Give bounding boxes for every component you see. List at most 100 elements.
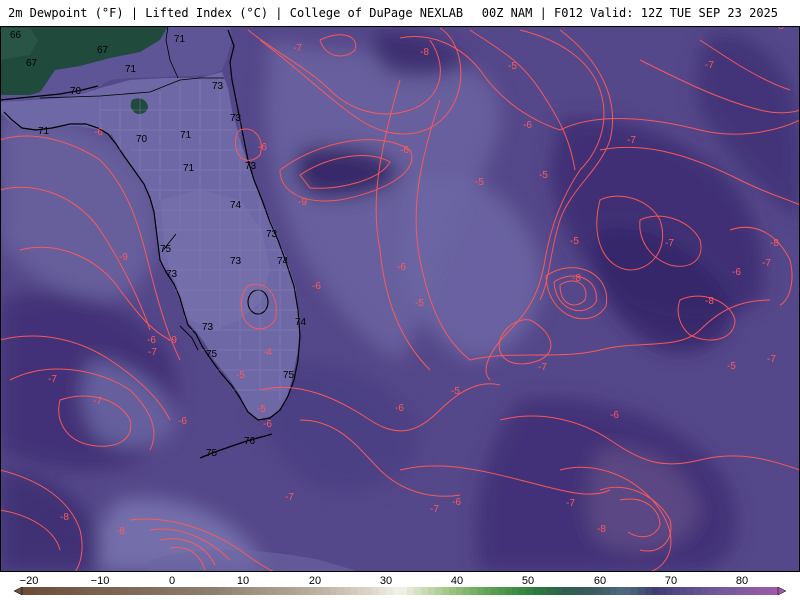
colorbar-cell [204, 587, 212, 595]
colorbar-cell [57, 587, 65, 595]
colorbar-cell [92, 587, 100, 595]
li-label: -5 [451, 386, 460, 397]
colorbar-cell [176, 587, 184, 595]
colorbar-cell [505, 587, 513, 595]
colorbar-tick-labels: −20 −10 0 10 20 30 40 50 60 70 80 [20, 575, 748, 587]
li-label: -7 [767, 354, 776, 365]
colorbar-cell [288, 587, 296, 595]
li-label: -7 [705, 60, 714, 71]
colorbar-tick-label: 50 [522, 575, 534, 587]
colorbar-cell [687, 587, 695, 595]
colorbar-cell [344, 587, 352, 595]
li-label: -7 [566, 498, 575, 509]
li-label: -5 [475, 177, 484, 188]
colorbar-cell [197, 587, 205, 595]
li-label: -6 [523, 120, 532, 131]
colorbar-cell [421, 587, 429, 595]
colorbar-cell [71, 587, 79, 595]
li-label: -7 [93, 396, 102, 407]
colorbar-cell [232, 587, 240, 595]
colorbar-cell [512, 587, 520, 595]
colorbar-cell [309, 587, 317, 595]
dewpoint-color-scale: −20 −10 0 10 20 30 40 50 60 70 80 [0, 572, 800, 600]
colorbar-cell [50, 587, 58, 595]
colorbar-right-arrow [777, 586, 787, 596]
colorbar-cell [246, 587, 254, 595]
li-label: -5 [508, 61, 517, 72]
colorbar-cell [617, 587, 625, 595]
colorbar-cell [575, 587, 583, 595]
colorbar-cell [78, 587, 86, 595]
li-label: -6 [147, 335, 156, 346]
map-header: 2m Dewpoint (°F) | Lifted Index (°C) | C… [0, 0, 800, 26]
colorbar-cell [547, 587, 555, 595]
li-label: -6 [395, 403, 404, 414]
colorbar-cell [442, 587, 450, 595]
dewpoint-label: 66 [10, 30, 22, 41]
colorbar-cell [764, 587, 772, 595]
colorbar-cell [323, 587, 331, 595]
colorbar-cell [211, 587, 219, 595]
li-label: -7 [293, 43, 302, 54]
dewpoint-label: 75 [160, 244, 172, 255]
colorbar-cell [29, 587, 37, 595]
product-title: 2m Dewpoint (°F) | Lifted Index (°C) | C… [8, 6, 464, 20]
colorbar-cell [477, 587, 485, 595]
colorbar-tick-label: 20 [309, 575, 321, 587]
colorbar-cell [449, 587, 457, 595]
colorbar-cell [554, 587, 562, 595]
colorbar-cell [652, 587, 660, 595]
li-label: -6 [312, 281, 321, 292]
colorbar-cell [358, 587, 366, 595]
colorbar-cell [302, 587, 310, 595]
colorbar-cell [729, 587, 737, 595]
li-label: -5 [539, 170, 548, 181]
colorbar-cell [162, 587, 170, 595]
colorbar-cell [393, 587, 401, 595]
colorbar-cell [610, 587, 618, 595]
colorbar-cell [771, 587, 779, 595]
colorbar-cell [407, 587, 415, 595]
colorbar-cell [316, 587, 324, 595]
colorbar-cell [624, 587, 632, 595]
colorbar-cell [631, 587, 639, 595]
li-label: -6 [732, 267, 741, 278]
colorbar-cell [365, 587, 373, 595]
colorbar-cell [330, 587, 338, 595]
colorbar-cell [603, 587, 611, 595]
li-label: -6 [263, 419, 272, 430]
colorbar-tick-label: 0 [169, 575, 175, 587]
dewpoint-label: 73 [202, 322, 214, 333]
li-label: -6 [400, 145, 409, 156]
colorbar-cell [491, 587, 499, 595]
colorbar-cell [589, 587, 597, 595]
colorbar-cell [673, 587, 681, 595]
dewpoint-label: 75 [283, 370, 295, 381]
colorbar-cell [183, 587, 191, 595]
colorbar-cell [750, 587, 758, 595]
colorbar-cell [666, 587, 674, 595]
colorbar-tick-label: −10 [91, 575, 110, 587]
colorbar-cell [484, 587, 492, 595]
colorbar-cells [22, 587, 779, 595]
colorbar-cell [64, 587, 72, 595]
li-label: -7 [148, 347, 157, 358]
li-label: -8 [420, 47, 429, 58]
dewpoint-label: 71 [180, 130, 192, 141]
dewpoint-label: 74 [277, 256, 289, 267]
li-label: -7 [538, 362, 547, 373]
colorbar-cell [99, 587, 107, 595]
colorbar-cell [218, 587, 226, 595]
colorbar-cell [757, 587, 765, 595]
colorbar-cell [36, 587, 44, 595]
colorbar-cell [470, 587, 478, 595]
colorbar-cell [148, 587, 156, 595]
colorbar-cell [680, 587, 688, 595]
colorbar-cell [260, 587, 268, 595]
colorbar-cell [428, 587, 436, 595]
colorbar-cell [533, 587, 541, 595]
li-label: -8 [597, 524, 606, 535]
model-run-valid-time: 00Z NAM | F012 Valid: 12Z TUE SEP 23 202… [481, 6, 778, 20]
dewpoint-label: 73 [266, 229, 278, 240]
li-label: -4 [263, 347, 272, 358]
